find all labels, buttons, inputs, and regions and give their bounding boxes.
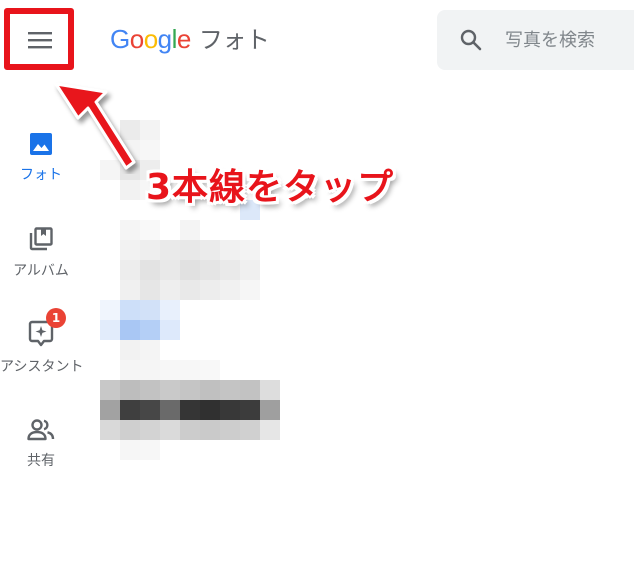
- blurred-photo-tile: [220, 240, 240, 260]
- blurred-photo-tile: [180, 420, 200, 440]
- blurred-photo-tile: [120, 300, 140, 320]
- people-icon: [27, 419, 55, 441]
- blurred-photo-tile: [140, 280, 160, 300]
- nav-label-assistant: アシスタント: [0, 359, 84, 375]
- blurred-photo-tile: [160, 240, 180, 260]
- blurred-photo-tile: [100, 420, 120, 440]
- blurred-photo-tile: [260, 380, 280, 400]
- blurred-photo-tile: [160, 300, 180, 320]
- blurred-photo-tile: [180, 380, 200, 400]
- blurred-photo-tile: [120, 180, 140, 200]
- blurred-photo-tile: [220, 260, 240, 280]
- blurred-photo-tile: [240, 240, 260, 260]
- blurred-photo-tile: [100, 300, 120, 320]
- nav-label-sharing: 共有: [27, 453, 55, 469]
- search-bar[interactable]: [437, 10, 634, 70]
- blurred-photo-tile: [140, 360, 160, 380]
- blurred-photo-tile: [240, 420, 260, 440]
- blurred-photo-tile: [140, 300, 160, 320]
- search-icon[interactable]: [459, 28, 483, 52]
- blurred-photo-tile: [120, 420, 140, 440]
- blurred-photo-tile: [120, 440, 140, 460]
- blurred-photo-tile: [160, 400, 180, 420]
- blurred-photo-tile: [120, 380, 140, 400]
- blurred-photo-tile: [260, 400, 280, 420]
- blurred-photo-tile: [160, 360, 180, 380]
- google-photos-logo[interactable]: Google フォト: [110, 22, 270, 57]
- blurred-photo-tile: [220, 280, 240, 300]
- assistant-notification-badge: 1: [46, 308, 66, 328]
- blurred-photo-tile: [120, 320, 140, 340]
- blurred-photo-tile: [200, 280, 220, 300]
- blurred-photo-tile: [160, 280, 180, 300]
- album-icon: [29, 227, 53, 251]
- blurred-photo-tile: [140, 400, 160, 420]
- blurred-photo-tile: [140, 240, 160, 260]
- blurred-photo-tile: [200, 380, 220, 400]
- blurred-photo-tile: [100, 380, 120, 400]
- blurred-photo-tile: [180, 400, 200, 420]
- blurred-photo-tile: [240, 280, 260, 300]
- blurred-photo-tile: [120, 340, 140, 360]
- blurred-photo-tile: [140, 260, 160, 280]
- logo-product-name: フォト: [198, 26, 270, 54]
- logo-letter-g: G: [110, 24, 130, 54]
- blurred-photo-tile: [240, 400, 260, 420]
- nav-item-assistant[interactable]: 1 アシスタント: [0, 308, 84, 376]
- blurred-photo-tile: [140, 340, 160, 360]
- blurred-photo-tile: [160, 420, 180, 440]
- search-input[interactable]: [505, 26, 634, 54]
- blurred-photo-tile: [160, 380, 180, 400]
- nav-item-albums[interactable]: アルバム: [0, 226, 82, 280]
- blurred-photo-tile: [180, 280, 200, 300]
- blurred-photo-tile: [100, 320, 120, 340]
- blurred-photo-tile: [200, 260, 220, 280]
- annotation-highlight-box: [4, 8, 74, 70]
- blurred-photo-tile: [220, 420, 240, 440]
- logo-letter-g2: g: [157, 24, 172, 54]
- blurred-photo-tile: [200, 400, 220, 420]
- blurred-photo-tile: [120, 260, 140, 280]
- annotation-text: 3本線をタップ: [146, 167, 395, 208]
- nav-item-sharing[interactable]: 共有: [0, 418, 82, 470]
- blurred-photo-tile: [160, 260, 180, 280]
- blurred-photo-tile: [120, 220, 140, 240]
- blurred-photo-tile: [240, 380, 260, 400]
- blurred-photo-tile: [140, 380, 160, 400]
- blurred-photo-tile: [120, 280, 140, 300]
- blurred-photo-tile: [140, 120, 160, 140]
- blurred-photo-tile: [200, 240, 220, 260]
- blurred-photo-tile: [140, 440, 160, 460]
- blurred-photo-tile: [180, 220, 200, 240]
- blurred-photo-tile: [140, 420, 160, 440]
- blurred-photo-tile: [120, 240, 140, 260]
- blurred-photo-tile: [180, 240, 200, 260]
- blurred-photo-tile: [220, 380, 240, 400]
- blurred-photo-tile: [120, 360, 140, 380]
- logo-letter-o2: o: [143, 24, 158, 54]
- blurred-photo-tile: [140, 220, 160, 240]
- blurred-photo-tile: [100, 400, 120, 420]
- logo-letter-o1: o: [129, 24, 144, 54]
- blurred-photo-tile: [200, 360, 220, 380]
- blurred-photo-tile: [140, 140, 160, 160]
- logo-letter-e: e: [176, 24, 191, 54]
- blurred-photo-tile: [160, 320, 180, 340]
- blurred-photo-tile: [140, 320, 160, 340]
- annotation-arrow: [54, 82, 136, 170]
- nav-label-albums: アルバム: [13, 263, 69, 279]
- blurred-photo-tile: [180, 360, 200, 380]
- blurred-photo-tile: [120, 400, 140, 420]
- blurred-photo-tile: [200, 420, 220, 440]
- blurred-photo-tile: [180, 260, 200, 280]
- blurred-photo-tile: [260, 420, 280, 440]
- blurred-photo-tile: [220, 400, 240, 420]
- blurred-photo-tile: [240, 260, 260, 280]
